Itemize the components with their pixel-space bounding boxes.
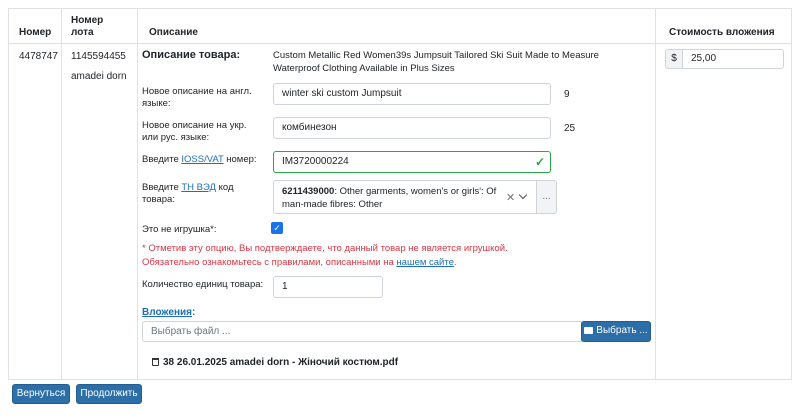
lot-number: 1145594455 — [71, 51, 126, 62]
hs-code-label: Введите ТН ВЭД код товара: — [142, 182, 262, 206]
not-toy-checkbox[interactable]: ✓ — [271, 222, 283, 234]
new-desc-ua-label: Новое описание на укр. или рус. языке: — [142, 120, 247, 143]
clear-x-icon[interactable]: ✕ — [506, 191, 515, 204]
folder-open-icon — [584, 327, 594, 334]
file-input[interactable]: Выбрать файл ... — [142, 321, 582, 342]
item-table: Номер Номер лота Описание Стоимость влож… — [8, 8, 792, 380]
back-button[interactable]: Вернуться — [12, 384, 70, 404]
ioss-label-prefix: Введите — [142, 154, 182, 165]
ioss-vat-link[interactable]: IOSS/VAT — [181, 154, 223, 165]
new-desc-en-input[interactable]: winter ski custom Jumpsuit — [273, 83, 551, 105]
choose-file-label: Выбрать ... — [596, 325, 648, 336]
hs-code-select[interactable]: 6211439000: Other garments, women's or g… — [273, 180, 537, 214]
our-site-link[interactable]: нашем сайте — [396, 257, 453, 268]
checkbox-check-icon: ✓ — [273, 223, 281, 233]
attached-file-name: 38 26.01.2025 amadei dorn - Жіночий кост… — [163, 357, 399, 368]
hs-code-number: 6211439000 — [282, 186, 335, 197]
header-lot-number: Номер лота — [71, 15, 104, 38]
seller-name: amadei dorn — [71, 71, 127, 82]
quantity-input[interactable]: 1 — [273, 276, 383, 298]
currency-addon: $ — [665, 49, 683, 69]
header-investment-value: Стоимость вложения — [669, 27, 775, 38]
choose-file-button[interactable]: Выбрать ... — [581, 321, 651, 342]
new-desc-en-count: 9 — [564, 89, 570, 100]
new-desc-ua-input[interactable]: комбинезон — [273, 117, 551, 139]
not-toy-warning-line1: * Отметив эту опцию, Вы подтверждаете, ч… — [142, 243, 508, 254]
investment-value-input[interactable]: 25,00 — [682, 49, 784, 69]
ioss-value: IM3720000224 — [282, 156, 349, 167]
not-toy-warning-line2: Обязательно ознакомьтесь с правилами, оп… — [142, 256, 457, 270]
hs-code-selected: 6211439000: Other garments, women's or g… — [282, 185, 500, 211]
continue-button[interactable]: Продолжить — [76, 384, 142, 404]
new-desc-en-label: Новое описание на англ. языке: — [142, 86, 252, 109]
column-divider — [655, 9, 656, 379]
trash-icon[interactable] — [152, 358, 159, 366]
not-toy-label: Это не игрушка*: — [142, 224, 217, 235]
header-description: Описание — [149, 27, 198, 38]
attachments-label: Вложения: — [142, 307, 195, 319]
header-divider — [9, 43, 791, 44]
attachments-link[interactable]: Вложения — [142, 307, 192, 318]
ioss-input[interactable]: IM3720000224 ✓ — [273, 151, 551, 173]
item-number: 4478747 — [19, 51, 58, 62]
check-icon: ✓ — [534, 155, 545, 169]
hs-label-prefix: Введите — [142, 182, 182, 193]
ioss-label: Введите IOSS/VAT номер: — [142, 154, 257, 166]
attached-file-row: 38 26.01.2025 amadei dorn - Жіночий кост… — [152, 357, 398, 369]
quantity-label: Количество единиц товара: — [142, 279, 264, 290]
chevron-down-icon[interactable] — [518, 190, 528, 200]
product-description-label: Описание товара: — [142, 49, 241, 61]
attachments-colon: : — [191, 307, 196, 318]
header-number: Номер — [19, 27, 52, 38]
warning-line2-suffix: . — [453, 257, 457, 268]
warning-line2-prefix: Обязательно ознакомьтесь с правилами, оп… — [142, 257, 397, 268]
column-divider — [61, 9, 62, 379]
ioss-label-suffix: номер: — [223, 154, 257, 165]
new-desc-ua-count: 25 — [564, 123, 576, 134]
product-description-value: Custom Metallic Red Women39s Jumpsuit Ta… — [273, 50, 599, 74]
hs-code-link[interactable]: ТН ВЭД — [181, 182, 216, 193]
hs-code-more-button[interactable]: ... — [537, 180, 557, 214]
column-divider — [137, 9, 138, 379]
